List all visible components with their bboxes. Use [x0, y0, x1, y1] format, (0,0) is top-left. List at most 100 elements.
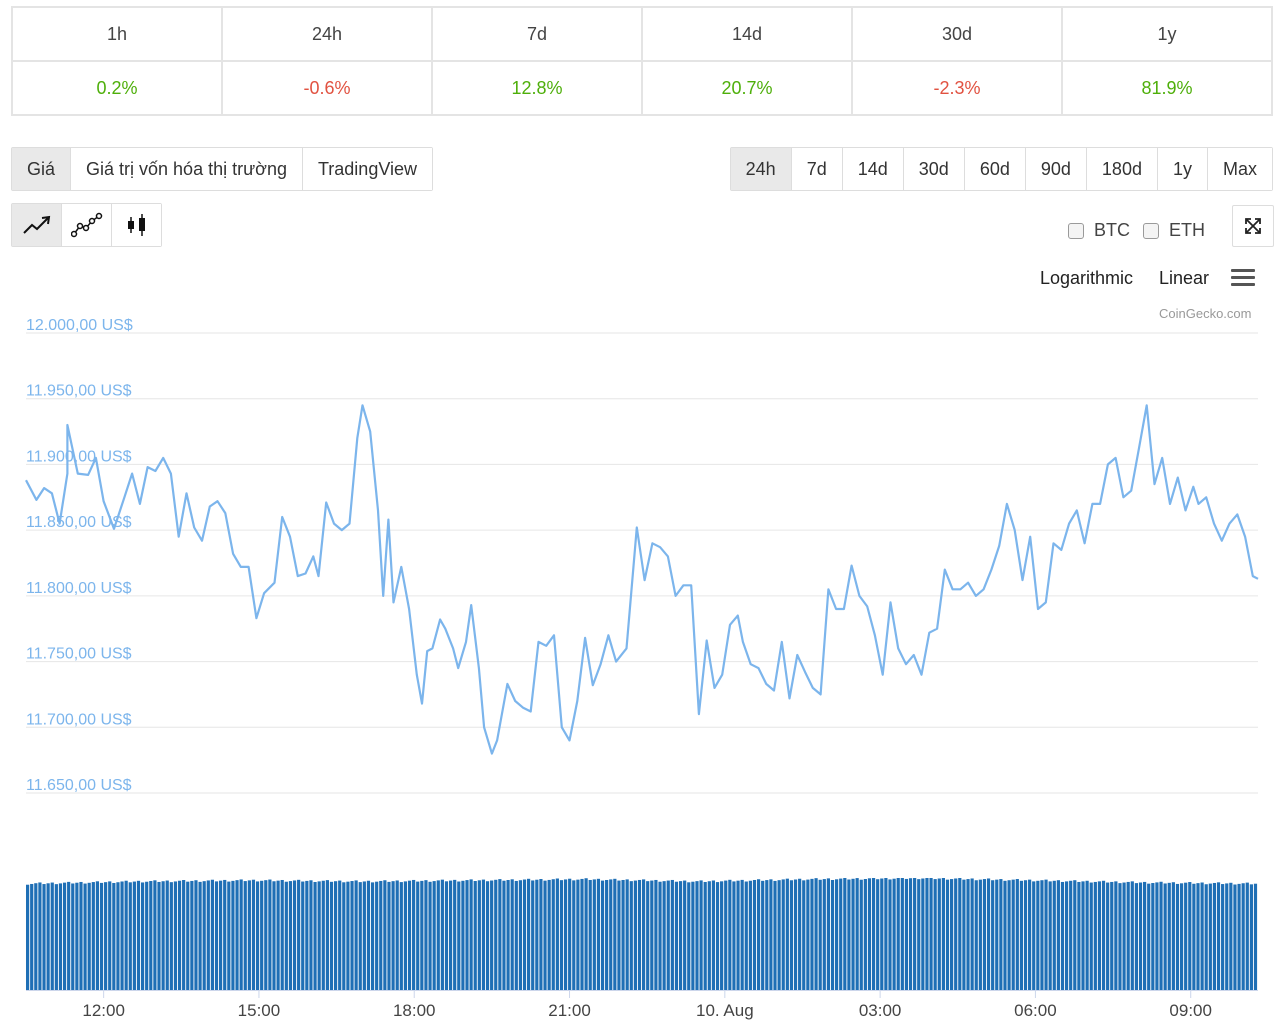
volume-bar: [95, 881, 100, 990]
volume-bar: [317, 881, 321, 990]
volume-bar: [728, 879, 732, 990]
volume-bar: [1040, 880, 1044, 990]
volume-bar: [1064, 881, 1069, 990]
volume-bar: [387, 881, 391, 990]
volume-bar: [617, 880, 621, 990]
volume-bar: [970, 878, 974, 990]
volume-bar: [153, 880, 157, 990]
volume-bar: [132, 881, 136, 990]
volume-bar: [896, 878, 900, 990]
x-tick-label: 15:00: [238, 1001, 281, 1020]
volume-bar: [568, 878, 572, 990]
volume-bar: [596, 878, 601, 990]
volume-bar: [206, 880, 210, 990]
volume-bar: [292, 880, 297, 990]
volume-bar: [892, 878, 896, 990]
volume-bar: [362, 881, 366, 990]
volume-bar: [642, 879, 646, 990]
volume-bar: [884, 878, 888, 990]
volume-bar: [683, 880, 687, 990]
volume-bar: [465, 880, 469, 990]
volume-bar: [309, 880, 313, 990]
volume-bar: [633, 880, 637, 990]
volume-bar: [1249, 884, 1253, 990]
volume-bar: [124, 880, 128, 990]
volume-bar: [1192, 883, 1196, 990]
volume-bar: [370, 882, 375, 990]
volume-bar: [210, 879, 214, 990]
volume-bar: [391, 881, 395, 990]
volume-bar: [239, 879, 243, 990]
x-tick-label: 09:00: [1169, 1001, 1212, 1020]
volume-bar: [522, 879, 527, 990]
volume-bar: [26, 884, 30, 990]
volume-bar: [588, 879, 592, 990]
volume-bar: [301, 881, 305, 990]
volume-bar: [75, 882, 79, 990]
volume-bar: [876, 879, 880, 990]
volume-bar: [1085, 880, 1089, 990]
volume-bar: [1155, 882, 1159, 990]
volume-bar: [165, 880, 169, 990]
volume-bar: [913, 878, 917, 990]
volume-bar: [629, 881, 633, 990]
volume-bar: [494, 879, 498, 990]
volume-bar: [1114, 881, 1118, 990]
volume-bar: [157, 881, 161, 990]
volume-bar: [280, 879, 284, 990]
volume-bar: [736, 880, 740, 990]
volume-bar: [982, 879, 987, 990]
volume-bar: [1073, 880, 1077, 990]
volume-bar: [1007, 880, 1011, 990]
volume-bar: [991, 880, 995, 990]
volume-bar: [416, 881, 420, 990]
y-tick-label: 11.650,00 US$: [26, 777, 132, 794]
volume-bar: [999, 879, 1003, 990]
volume-bar: [662, 881, 666, 990]
volume-bar: [506, 880, 510, 990]
x-tick-label: 12:00: [82, 1001, 125, 1020]
volume-bar: [140, 882, 145, 990]
y-tick-label: 11.900,00 US$: [26, 448, 132, 465]
volume-bar: [929, 878, 933, 990]
volume-bar: [1134, 883, 1138, 990]
volume-bar: [1208, 883, 1212, 990]
volume-bar: [798, 878, 802, 990]
volume-bar: [551, 879, 555, 990]
volume-bar: [715, 882, 720, 990]
volume-bar: [457, 881, 461, 990]
volume-bar: [1106, 882, 1110, 990]
volume-bar: [1019, 880, 1024, 990]
volume-bar: [818, 879, 822, 990]
volume-bar: [777, 880, 781, 990]
volume-bar: [1077, 881, 1081, 990]
volume-bar: [288, 881, 293, 990]
volume-bar: [962, 879, 966, 990]
volume-bar: [547, 879, 551, 990]
volume-bar: [691, 881, 695, 990]
price-series-line: [25, 404, 1259, 755]
volume-bar: [161, 881, 165, 990]
volume-bar: [871, 878, 876, 990]
volume-bar: [802, 880, 806, 990]
volume-bar: [276, 880, 280, 990]
volume-bar: [703, 881, 707, 990]
volume-bar: [329, 881, 334, 990]
x-tick-label: 03:00: [859, 1001, 902, 1020]
y-tick-label: 11.800,00 US$: [26, 580, 132, 597]
volume-bar: [1056, 880, 1060, 990]
volume-bar: [1089, 882, 1093, 990]
volume-bar: [613, 878, 617, 990]
volume-bar: [748, 880, 752, 990]
volume-bar: [1011, 879, 1015, 990]
volume-bar: [284, 881, 288, 990]
volume-bar: [732, 881, 736, 990]
volume-bar: [605, 879, 609, 990]
volume-bar: [789, 880, 794, 990]
volume-bar: [658, 881, 662, 990]
volume-bar: [1184, 882, 1188, 990]
volume-bar: [761, 880, 765, 990]
volume-bar: [756, 879, 761, 990]
volume-bar: [383, 880, 387, 990]
volume-bar: [1130, 881, 1134, 990]
